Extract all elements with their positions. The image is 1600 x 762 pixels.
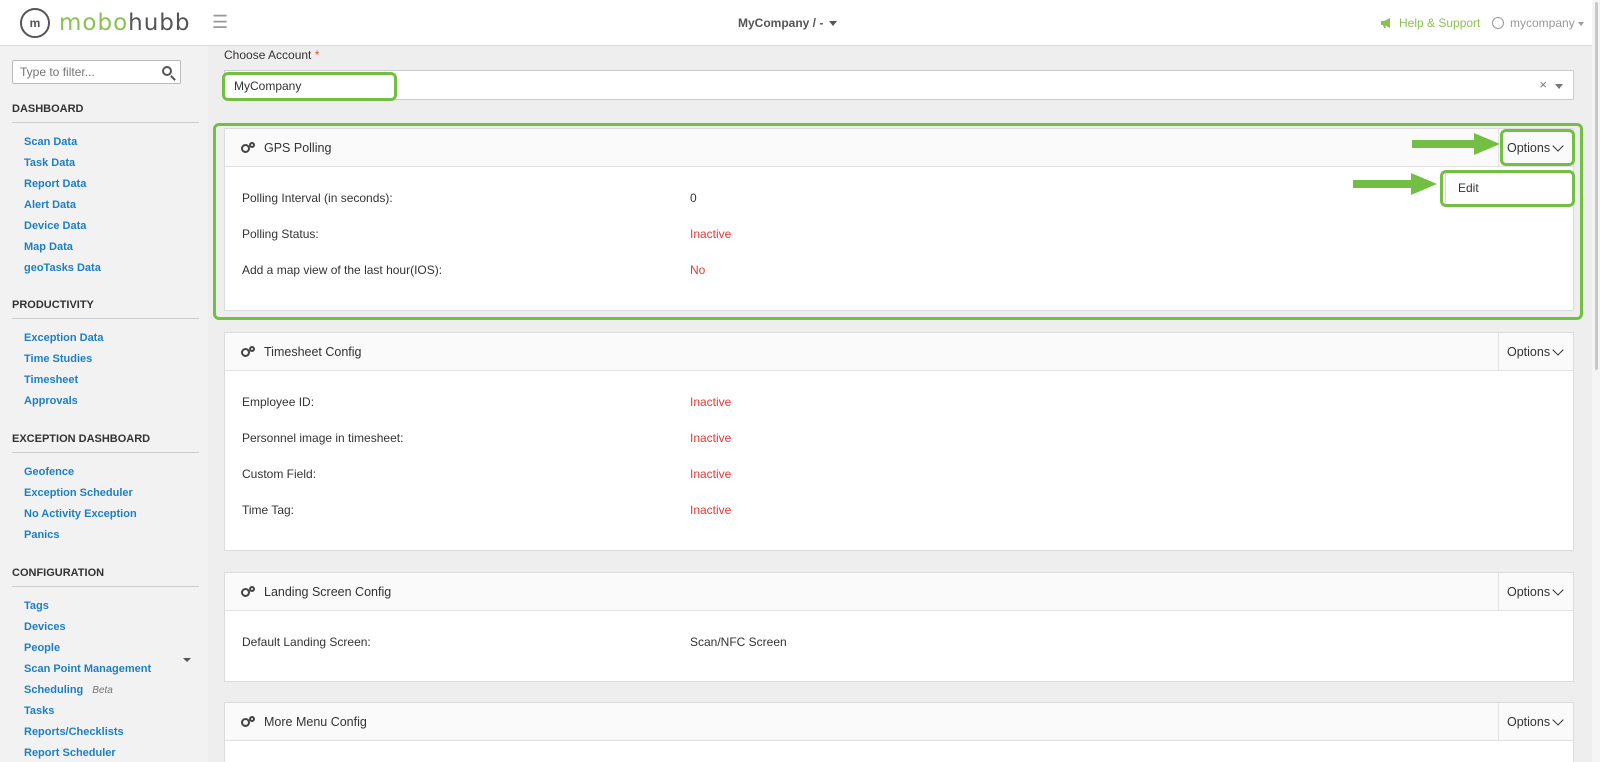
sidebar-item-scan-data[interactable]: Scan Data xyxy=(24,136,77,148)
search-icon[interactable] xyxy=(162,66,172,76)
sidebar-item-alert-data[interactable]: Alert Data xyxy=(24,199,76,211)
field-label: Default Landing Screen: xyxy=(242,635,371,649)
panel-title: Timesheet Config xyxy=(264,345,362,359)
sidebar-item-scheduling[interactable]: Scheduling Beta xyxy=(24,684,113,696)
logo-text-mobo: mobo xyxy=(59,10,129,36)
filter-input[interactable] xyxy=(13,61,153,83)
sidebar-item-scan-point-management[interactable]: Scan Point Management xyxy=(24,663,151,675)
sidebar-item-report-data[interactable]: Report Data xyxy=(24,178,86,190)
caret-down-icon xyxy=(829,21,838,27)
sidebar-item-task-data[interactable]: Task Data xyxy=(24,157,75,169)
company-selector[interactable]: MyCompany / - xyxy=(738,16,838,30)
logo[interactable]: m mobohubb xyxy=(20,8,191,38)
sidebar-item-report-scheduler[interactable]: Report Scheduler xyxy=(24,747,116,759)
sidebar-item-geofence[interactable]: Geofence xyxy=(24,466,74,478)
options-button[interactable]: Options xyxy=(1498,703,1573,740)
sidebar-item-map-data[interactable]: Map Data xyxy=(24,241,73,253)
panel-title: More Menu Config xyxy=(264,715,367,729)
logo-icon: m xyxy=(20,8,50,38)
sidebar: DASHBOARD Scan Data Task Data Report Dat… xyxy=(0,46,208,762)
section-title-configuration: CONFIGURATION xyxy=(12,567,199,587)
field-label: Employee ID: xyxy=(242,395,315,409)
sidebar-item-exception-data[interactable]: Exception Data xyxy=(24,332,103,344)
sidebar-item-tasks[interactable]: Tasks xyxy=(24,705,54,717)
top-bar: m mobohubb ☰ MyCompany / - Help & Suppor… xyxy=(0,0,1600,46)
user-icon xyxy=(1492,17,1504,29)
beta-badge: Beta xyxy=(92,685,113,696)
section-title-dashboard: DASHBOARD xyxy=(12,103,199,123)
sidebar-item-approvals[interactable]: Approvals xyxy=(24,395,78,407)
sidebar-item-time-studies[interactable]: Time Studies xyxy=(24,353,92,365)
section-title-exception-dashboard: EXCEPTION DASHBOARD xyxy=(12,433,199,453)
sidebar-item-panics[interactable]: Panics xyxy=(24,529,59,541)
logo-text-hubb: hubb xyxy=(128,10,191,36)
options-button[interactable]: Options xyxy=(1498,573,1573,610)
sidebar-item-devices[interactable]: Devices xyxy=(24,621,66,633)
section-title-productivity: PRODUCTIVITY xyxy=(12,299,199,319)
sidebar-item-geotasks-data[interactable]: geoTasks Data xyxy=(24,262,101,274)
status-value: Inactive xyxy=(690,431,732,445)
user-menu[interactable]: mycompany xyxy=(1492,16,1584,30)
hamburger-menu-icon[interactable]: ☰ xyxy=(212,12,228,33)
annotation-arrow-icon xyxy=(1353,173,1437,195)
gears-icon xyxy=(241,716,255,728)
options-button[interactable]: Options xyxy=(1498,333,1573,370)
choose-account-label: Choose Account * xyxy=(224,48,320,62)
megaphone-icon xyxy=(1381,18,1390,28)
annotation-arrow-icon xyxy=(1412,133,1500,155)
chevron-down-icon xyxy=(1552,344,1564,356)
highlight-account xyxy=(222,72,397,101)
sidebar-item-exception-scheduler[interactable]: Exception Scheduler xyxy=(24,487,133,499)
field-value: Scan/NFC Screen xyxy=(690,635,787,649)
sidebar-item-reports-checklists[interactable]: Reports/Checklists xyxy=(24,726,124,738)
gears-icon xyxy=(241,346,255,358)
sidebar-item-tags[interactable]: Tags xyxy=(24,600,49,612)
panel-header: Timesheet Config Options xyxy=(225,333,1573,371)
account-select[interactable]: MyCompany × xyxy=(224,70,1574,100)
status-value: Inactive xyxy=(690,467,732,481)
sidebar-item-people[interactable]: People xyxy=(24,642,60,654)
required-mark: * xyxy=(314,48,320,62)
highlight-edit xyxy=(1440,170,1575,207)
gears-icon xyxy=(241,586,255,598)
sidebar-item-timesheet[interactable]: Timesheet xyxy=(24,374,78,386)
caret-down-icon xyxy=(1577,21,1584,26)
sidebar-item-no-activity-exception[interactable]: No Activity Exception xyxy=(24,508,137,520)
chevron-down-icon xyxy=(1552,584,1564,596)
panel-landing-screen-config: Landing Screen Config Options Default La… xyxy=(224,572,1574,682)
highlight-options xyxy=(1500,129,1575,166)
status-value: Inactive xyxy=(690,503,732,517)
field-label: Custom Field: xyxy=(242,467,317,481)
chevron-down-icon xyxy=(1552,714,1564,726)
status-value: Inactive xyxy=(690,395,732,409)
panel-timesheet-config: Timesheet Config Options Employee ID: In… xyxy=(224,332,1574,551)
scrollbar-thumb[interactable] xyxy=(1595,2,1598,370)
help-support-link[interactable]: Help & Support xyxy=(1380,16,1480,30)
highlight-gps-panel xyxy=(213,123,1583,320)
field-label: Personnel image in timesheet: xyxy=(242,431,404,445)
panel-title: Landing Screen Config xyxy=(264,585,392,599)
sidebar-filter xyxy=(12,60,181,84)
field-label: Time Tag: xyxy=(242,503,295,517)
sidebar-item-device-data[interactable]: Device Data xyxy=(24,220,86,232)
caret-down-icon[interactable] xyxy=(183,658,191,662)
chevron-down-icon[interactable] xyxy=(1555,84,1563,89)
clear-icon[interactable]: × xyxy=(1539,77,1547,92)
panel-header: More Menu Config Options xyxy=(225,703,1573,741)
panel-more-menu-config: More Menu Config Options xyxy=(224,702,1574,762)
panel-header: Landing Screen Config Options xyxy=(225,573,1573,611)
